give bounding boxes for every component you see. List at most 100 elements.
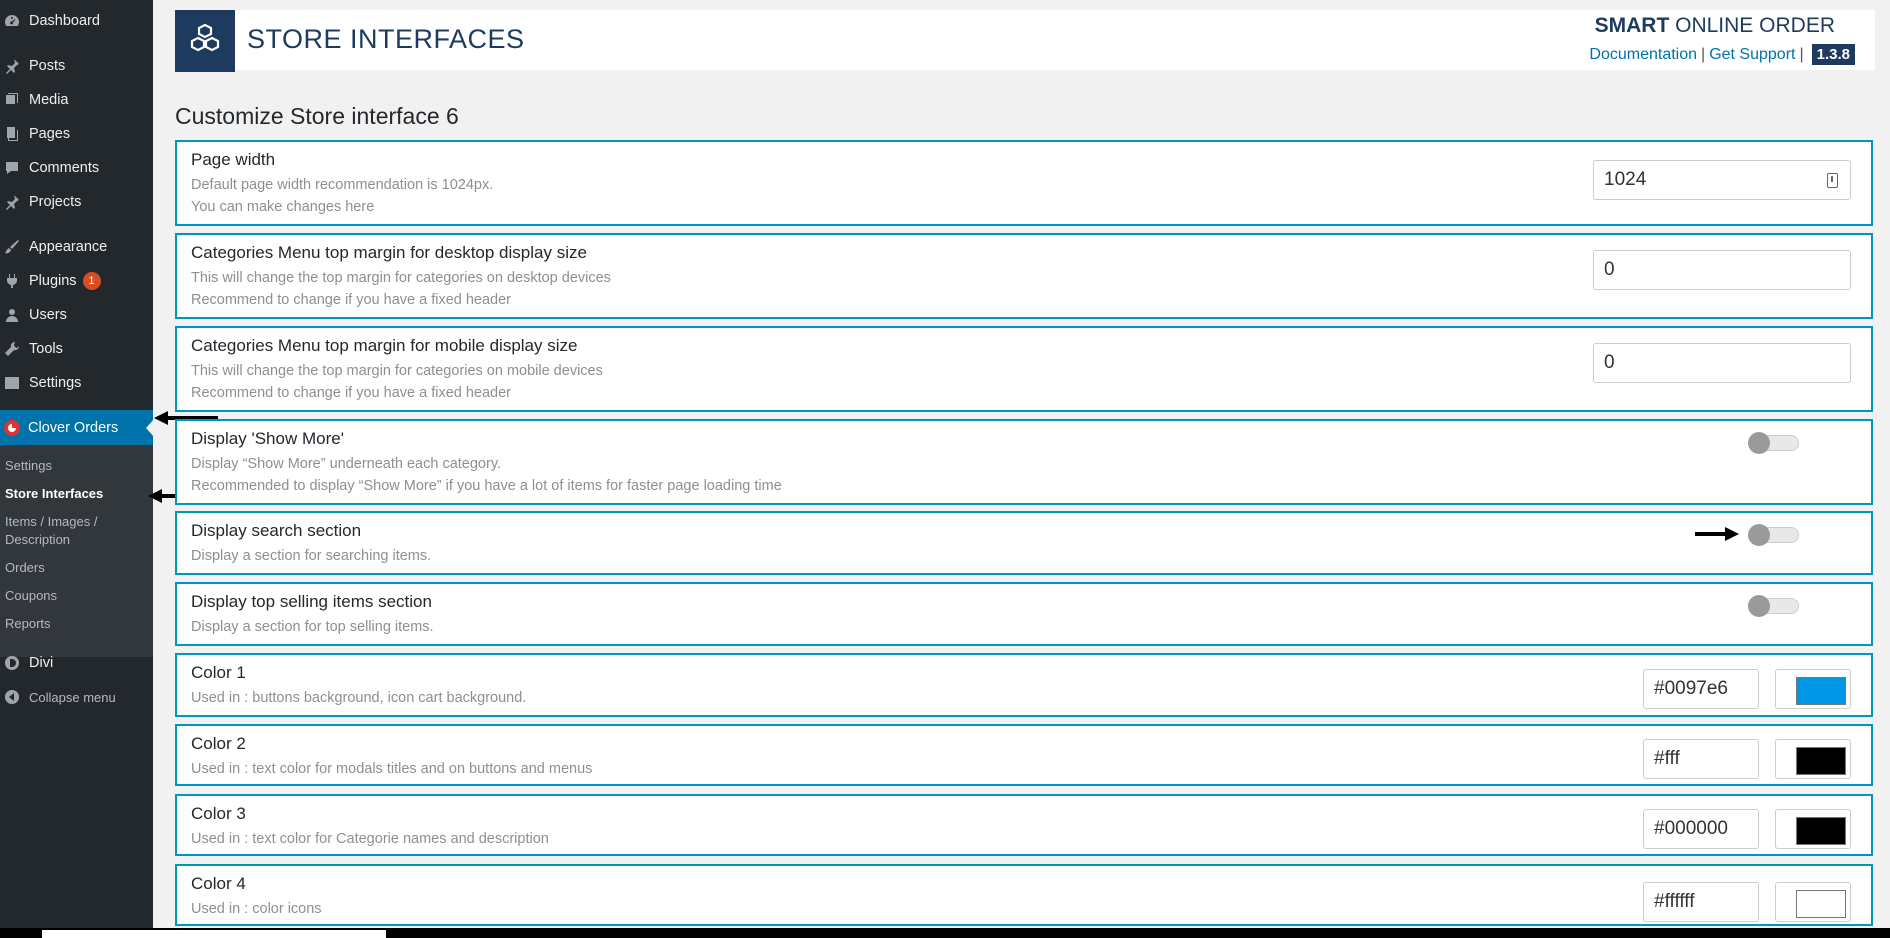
setting-description: Used in : text color for modals titles a…: [191, 761, 593, 777]
sidebar-item-appearance[interactable]: Appearance: [0, 232, 153, 262]
color-swatch: [1796, 677, 1846, 705]
os-taskbar: [0, 928, 1890, 938]
setting-page-width: Page width Default page width recommenda…: [175, 140, 1873, 226]
setting-title: Display 'Show More': [191, 429, 344, 448]
sidebar-item-label: Tools: [29, 341, 63, 357]
color-swatch: [1796, 747, 1846, 775]
sidebar-item-settings[interactable]: Settings: [0, 368, 153, 398]
setting-description: Used in : color icons: [191, 901, 322, 917]
color-hex-value: #0097e6: [1654, 678, 1728, 699]
color-hex-value: #ffffff: [1654, 891, 1695, 912]
setting-description: You can make changes here: [191, 199, 375, 215]
setting-title: Color 3: [191, 804, 246, 823]
clover-orders-submenu: Settings Store Interfaces Items / Images…: [0, 445, 153, 657]
submenu-settings[interactable]: Settings: [5, 457, 145, 475]
search-section-toggle[interactable]: [1748, 524, 1799, 546]
sidebar-item-label: Dashboard: [29, 13, 100, 29]
submenu-orders[interactable]: Orders: [5, 559, 145, 577]
sidebar-item-pages[interactable]: Pages: [0, 119, 153, 149]
sidebar-item-comments[interactable]: Comments: [0, 153, 153, 183]
plugin-logo: [175, 10, 235, 72]
plugin-header: STORE INTERFACES SMART ONLINE ORDER Docu…: [175, 10, 1875, 72]
show-more-toggle[interactable]: [1748, 432, 1799, 454]
page-title: STORE INTERFACES: [247, 24, 525, 54]
brush-icon: [3, 238, 21, 256]
sidebar-item-divi[interactable]: Divi: [0, 648, 153, 678]
mobile-margin-input[interactable]: 0: [1593, 343, 1851, 383]
section-heading: Customize Store interface 6: [175, 103, 459, 129]
sidebar-item-clover-orders[interactable]: Clover Orders: [0, 410, 153, 446]
get-support-link[interactable]: Get Support: [1709, 46, 1795, 64]
settings-icon: [3, 374, 21, 392]
sidebar-item-dashboard[interactable]: Dashboard: [0, 6, 153, 36]
setting-title: Display top selling items section: [191, 592, 432, 611]
documentation-link[interactable]: Documentation: [1589, 46, 1697, 64]
setting-description: Recommended to display “Show More” if yo…: [191, 478, 782, 494]
color-swatch: [1796, 817, 1846, 845]
sidebar-item-collapse-menu[interactable]: Collapse menu: [0, 682, 153, 712]
sidebar-item-posts[interactable]: Posts: [0, 51, 153, 81]
sidebar-item-label: Divi: [29, 655, 54, 671]
link-separator: |: [1701, 45, 1706, 63]
color-swatch: [1796, 890, 1846, 918]
setting-description: This will change the top margin for cate…: [191, 270, 611, 286]
color-4-hex-input[interactable]: #ffffff: [1643, 882, 1759, 922]
toggle-knob: [1748, 595, 1770, 617]
setting-description: Display “Show More” underneath each cate…: [191, 456, 502, 472]
setting-show-more: Display 'Show More' Display “Show More” …: [175, 419, 1873, 505]
pages-icon: [3, 125, 21, 143]
sidebar-item-label: Projects: [29, 194, 82, 210]
color-hex-value: #fff: [1654, 748, 1680, 769]
setting-color-2: Color 2 Used in : text color for modals …: [175, 724, 1873, 786]
page-width-input[interactable]: 1024: [1593, 160, 1851, 200]
color-3-hex-input[interactable]: #000000: [1643, 809, 1759, 849]
color-1-picker[interactable]: [1775, 669, 1851, 709]
desktop-margin-input[interactable]: 0: [1593, 250, 1851, 290]
taskbar-search-box[interactable]: [42, 930, 386, 938]
color-2-picker[interactable]: [1775, 739, 1851, 779]
submenu-items-images-description[interactable]: Items / Images / Description: [5, 513, 115, 549]
brand-rest: ONLINE ORDER: [1669, 14, 1835, 37]
sidebar-item-plugins[interactable]: Plugins 1: [0, 266, 153, 296]
setting-desktop-top-margin: Categories Menu top margin for desktop d…: [175, 233, 1873, 319]
submenu-store-interfaces[interactable]: Store Interfaces: [5, 485, 145, 503]
sidebar-item-users[interactable]: Users: [0, 300, 153, 330]
sidebar-item-label: Posts: [29, 58, 66, 74]
color-1-hex-input[interactable]: #0097e6: [1643, 669, 1759, 709]
top-selling-toggle[interactable]: [1748, 595, 1799, 617]
pin-icon: [3, 57, 21, 75]
header-links: Documentation | Get Support | 1.3.8: [1589, 44, 1855, 65]
page-width-value: 1024: [1604, 169, 1647, 190]
setting-description: Used in : text color for Categorie names…: [191, 831, 549, 847]
version-badge: 1.3.8: [1811, 44, 1855, 65]
sidebar-item-label: Media: [29, 92, 69, 108]
toggle-knob: [1748, 524, 1770, 546]
sidebar-item-label: Plugins: [29, 273, 77, 289]
wrench-icon: [3, 340, 21, 358]
collapse-icon: [3, 688, 21, 706]
color-2-hex-input[interactable]: #fff: [1643, 739, 1759, 779]
desktop-margin-value: 0: [1604, 259, 1615, 280]
setting-color-1: Color 1 Used in : buttons background, ic…: [175, 653, 1873, 717]
submenu-reports[interactable]: Reports: [5, 615, 145, 633]
update-count-badge: 1: [82, 272, 101, 290]
setting-description: Display a section for searching items.: [191, 548, 432, 564]
setting-description: Recommend to change if you have a fixed …: [191, 292, 512, 308]
color-3-picker[interactable]: [1775, 809, 1851, 849]
admin-sidebar: Dashboard Posts Media Pages Comments Pro…: [0, 0, 154, 938]
annotation-arrow-right: [1695, 525, 1741, 543]
sidebar-item-media[interactable]: Media: [0, 85, 153, 115]
plug-icon: [3, 272, 21, 290]
sidebar-item-tools[interactable]: Tools: [0, 334, 153, 364]
setting-description: Used in : buttons background, icon cart …: [191, 690, 527, 706]
color-4-picker[interactable]: [1775, 882, 1851, 922]
cubes-icon: [188, 22, 222, 61]
spinner-icon[interactable]: [1827, 173, 1838, 188]
setting-title: Color 4: [191, 874, 246, 893]
sidebar-item-label: Collapse menu: [29, 689, 116, 705]
setting-title: Categories Menu top margin for desktop d…: [191, 243, 587, 262]
setting-color-4: Color 4 Used in : color icons #ffffff: [175, 864, 1873, 926]
setting-color-3: Color 3 Used in : text color for Categor…: [175, 794, 1873, 856]
sidebar-item-projects[interactable]: Projects: [0, 187, 153, 217]
submenu-coupons[interactable]: Coupons: [5, 587, 145, 605]
